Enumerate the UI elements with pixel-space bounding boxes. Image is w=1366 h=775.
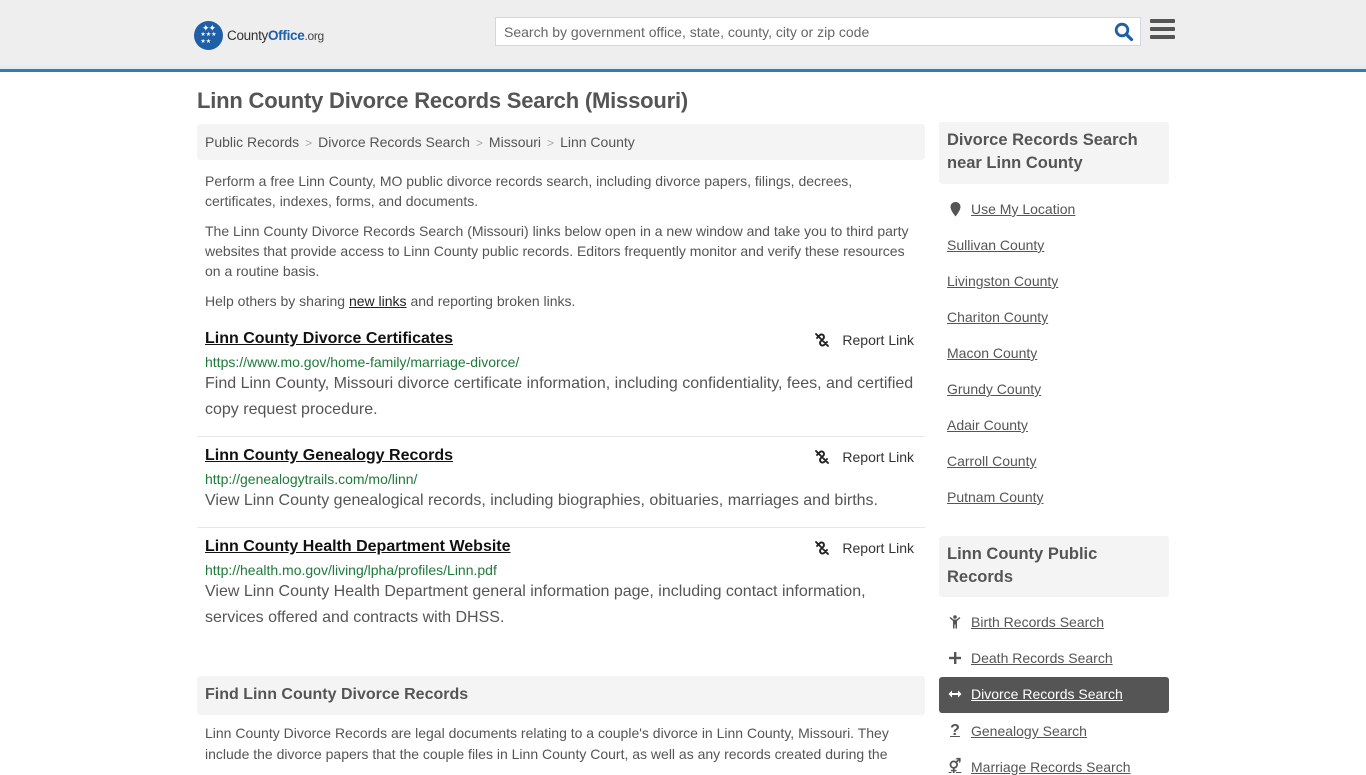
result-url: https://www.mo.gov/home-family/marriage-… [205,354,520,370]
hamburger-menu-icon [1150,19,1175,23]
logo-wordmark: CountyOffice.org [227,27,324,43]
result-title-link[interactable]: Linn County Divorce Certificates [205,330,453,348]
report-link-button[interactable]: Report Link [814,332,914,348]
search-icon [1114,22,1134,42]
sidebar-item-death-records[interactable]: Death Records Search [947,650,1113,666]
section-heading: Find Linn County Divorce Records [197,676,925,715]
eagle-logo-icon: ✦✦ ★★★ ★★ [194,20,223,50]
result-description: View Linn County Health Department gener… [205,583,866,626]
breadcrumb: Public Records > Divorce Records Search > Mi… [197,124,925,160]
child-icon [947,615,963,629]
breadcrumb-divorce-records-search[interactable]: Divorce Records Search [318,134,470,150]
nearby-county-link[interactable]: Sullivan County [947,237,1044,253]
result-title-link[interactable]: Linn County Health Department Website [205,538,511,556]
sidebar-item-divorce-records[interactable]: Divorce Records Search [947,686,1123,702]
nearby-county-link[interactable]: Grundy County [947,381,1041,397]
breadcrumb-public-records[interactable]: Public Records [205,134,299,150]
result-item: Linn County Divorce Certificates Report … [197,330,925,437]
result-item: Linn County Genealogy Records Report Lin… [197,447,925,528]
breadcrumb-separator: > [475,136,483,150]
nearby-county-link[interactable]: Macon County [947,345,1037,361]
intro-paragraph-3: Help others by sharing new links and rep… [205,293,576,309]
sidebar-item-birth-records[interactable]: Birth Records Search [947,614,1104,630]
breadcrumb-linn-county[interactable]: Linn County [560,134,635,150]
breadcrumb-missouri[interactable]: Missouri [489,134,541,150]
sidebar-item-genealogy[interactable]: ? Genealogy Search [947,722,1087,740]
menu-button[interactable] [1150,19,1175,43]
report-link-button[interactable]: Report Link [814,449,914,465]
page-title: Linn County Divorce Records Search (Miss… [197,88,688,113]
report-link-button[interactable]: Report Link [814,540,914,556]
result-url: http://genealogytrails.com/mo/linn/ [205,471,418,487]
intro-paragraph-2: The Linn County Divorce Records Search (… [205,223,909,279]
plus-icon [947,652,963,664]
use-my-location-link[interactable]: Use My Location [947,201,1075,217]
result-url: http://health.mo.gov/living/lpha/profile… [205,562,497,578]
nearby-county-link[interactable]: Carroll County [947,453,1036,469]
question-icon: ? [950,722,960,739]
sidebar-item-marriage-records[interactable]: ⚥ Marriage Records Search [947,758,1131,775]
map-marker-icon [947,201,963,217]
gender-icon: ⚥ [948,758,962,774]
result-title-link[interactable]: Linn County Genealogy Records [205,447,453,465]
site-header: ✦✦ ★★★ ★★ CountyOffice.org [0,0,1366,72]
nearby-county-link[interactable]: Adair County [947,417,1028,433]
search-box [495,17,1141,46]
intro-paragraph-1: Perform a free Linn County, MO public di… [205,173,853,209]
result-description: Find Linn County, Missouri divorce certi… [205,375,914,418]
arrows-horizontal-icon [947,689,963,699]
nearby-county-link[interactable]: Putnam County [947,489,1044,505]
result-item: Linn County Health Department Website Re… [197,538,925,638]
search-button[interactable] [1114,22,1134,42]
site-logo[interactable]: ✦✦ ★★★ ★★ CountyOffice.org [194,20,324,50]
section-body-text: Linn County Divorce Records are legal do… [205,725,889,762]
search-input[interactable] [496,18,1106,45]
breadcrumb-separator: > [547,136,555,150]
sidebar-nearby-heading: Divorce Records Search near Linn County [939,122,1169,184]
new-links-link[interactable]: new links [349,293,407,309]
broken-link-icon [815,541,830,555]
broken-link-icon [815,333,830,347]
sidebar-public-records-heading: Linn County Public Records [939,536,1169,597]
result-description: View Linn County genealogical records, i… [205,492,878,509]
nearby-county-link[interactable]: Livingston County [947,273,1058,289]
broken-link-icon [815,450,830,464]
intro-text: Perform a free Linn County, MO public di… [205,171,920,321]
nearby-county-link[interactable]: Chariton County [947,309,1048,325]
breadcrumb-separator: > [305,136,313,150]
